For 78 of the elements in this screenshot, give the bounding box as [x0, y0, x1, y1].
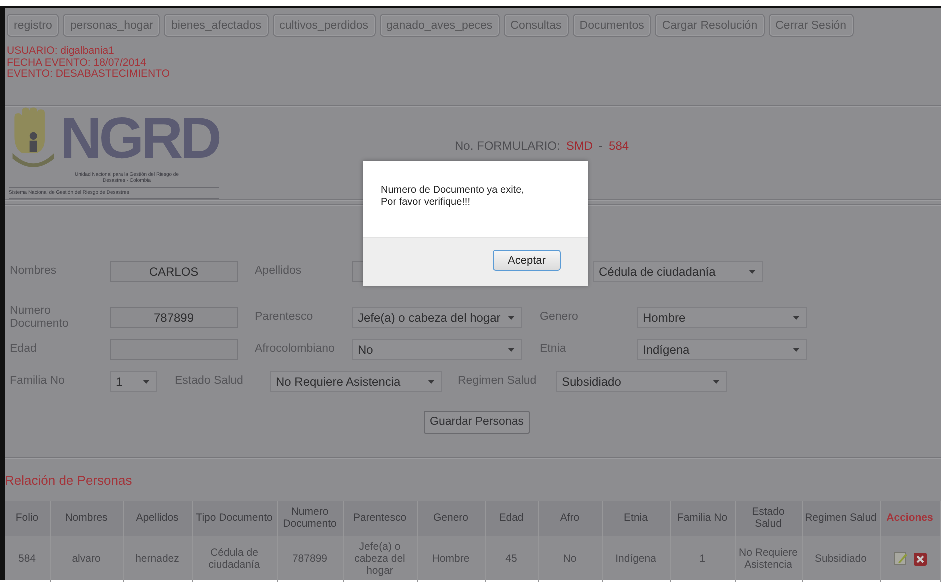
dropdown[interactable]: 1	[110, 371, 157, 392]
delete-icon[interactable]	[914, 552, 926, 566]
save-button[interactable]: Guardar Personas	[424, 410, 530, 434]
column-header: Acciones	[880, 500, 940, 536]
table-cell: hernadez	[123, 536, 192, 582]
nav-button[interactable]: Documentos	[572, 14, 652, 37]
dropdown[interactable]: Hombre	[637, 307, 807, 328]
nav-button[interactable]: personas_hogar	[63, 14, 160, 37]
column-header: Apellidos	[123, 500, 192, 536]
accept-button[interactable]: Aceptar	[493, 250, 561, 271]
column-header: Numero Documento	[277, 500, 343, 536]
text-field[interactable]: CARLOS	[110, 261, 238, 282]
field-label: Numero Documento	[10, 304, 70, 330]
column-header: Nombres	[50, 500, 123, 536]
nav-button[interactable]: cultivos_perdidos	[272, 14, 376, 37]
column-header: Tipo Documento	[192, 500, 277, 536]
table-cell: Subsidiado	[802, 536, 880, 582]
nav-button[interactable]: registro	[7, 14, 60, 37]
dropdown[interactable]: Subsidiado	[556, 371, 727, 392]
field-label: Nombres	[10, 265, 58, 278]
table-cell: 1	[670, 536, 735, 582]
nav-button[interactable]: ganado_aves_peces	[380, 14, 500, 37]
dropdown[interactable]: No Requiere Asistencia	[270, 371, 442, 392]
form-separator: -	[599, 138, 604, 152]
nav-button[interactable]: Consultas	[504, 14, 569, 37]
caret-icon	[793, 316, 800, 320]
table-cell: No	[538, 536, 602, 582]
field-label: Afrocolombiano	[255, 343, 336, 356]
section-title: Relación de Personas	[5, 472, 134, 490]
field-label: Genero	[540, 311, 580, 324]
field-label: Parentesco	[255, 311, 314, 324]
field-label: Edad	[10, 343, 38, 356]
form-prefix: SMD	[566, 138, 594, 152]
field-label: Etnia	[540, 343, 568, 356]
caret-icon	[428, 380, 435, 384]
dropdown[interactable]: No	[352, 339, 522, 360]
nav-button[interactable]: Cargar Resolución	[655, 14, 765, 37]
caret-icon	[143, 380, 150, 384]
session-info: USUARIO: digalbania1	[7, 46, 116, 58]
caret-icon	[508, 316, 515, 320]
table-cell: Jefe(a) o cabeza del hogar	[343, 536, 417, 582]
table-cell: Indígena	[602, 536, 670, 582]
column-header: Parentesco	[343, 500, 417, 536]
form-number-label: No. FORMULARIO:	[455, 138, 560, 152]
field-label: Regimen Salud	[458, 375, 538, 388]
dropdown[interactable]: Jefe(a) o cabeza del hogar	[352, 307, 522, 328]
table-cell: Cédula de ciudadanía	[192, 536, 277, 582]
table-cell: No Requiere Asistencia	[735, 536, 802, 582]
column-header: Familia No	[670, 500, 735, 536]
table-cell: alvaro	[50, 536, 123, 582]
column-header: Regimen Salud	[802, 500, 880, 536]
column-header: Etnia	[602, 500, 670, 536]
field-label: Apellidos	[255, 265, 303, 278]
caret-icon	[793, 348, 800, 352]
edit-icon[interactable]	[894, 552, 908, 566]
caret-icon	[749, 270, 756, 274]
table-cell: Hombre	[417, 536, 485, 582]
caret-icon	[713, 380, 720, 384]
dialog-message: Numero de Documento ya exite, Por favor verifique!!!	[380, 184, 526, 210]
column-header: Folio	[5, 500, 50, 536]
caret-icon	[508, 348, 515, 352]
session-info: EVENTO: DESABASTECIMIENTO	[7, 69, 171, 80]
dropdown[interactable]: Indígena	[637, 339, 807, 360]
column-header: Genero	[417, 500, 485, 536]
dropdown[interactable]: Cédula de ciudadanía	[593, 261, 763, 282]
nav-button[interactable]: bienes_afectados	[164, 14, 269, 37]
table-cell: 584	[5, 536, 50, 582]
session-info: FECHA EVENTO: 18/07/2014	[7, 58, 148, 69]
column-header: Edad	[485, 500, 538, 536]
form-number: 584	[609, 138, 630, 152]
table-cell: 787899	[277, 536, 343, 582]
field-label: Estado Salud	[175, 375, 244, 388]
text-field[interactable]: 787899	[110, 307, 238, 328]
column-header: Estado Salud	[735, 500, 802, 536]
field-label: Familia No	[10, 375, 66, 388]
table-cell: 45	[485, 536, 538, 582]
column-header: Afro	[538, 500, 602, 536]
nav-button[interactable]: Cerrar Sesión	[768, 14, 854, 37]
